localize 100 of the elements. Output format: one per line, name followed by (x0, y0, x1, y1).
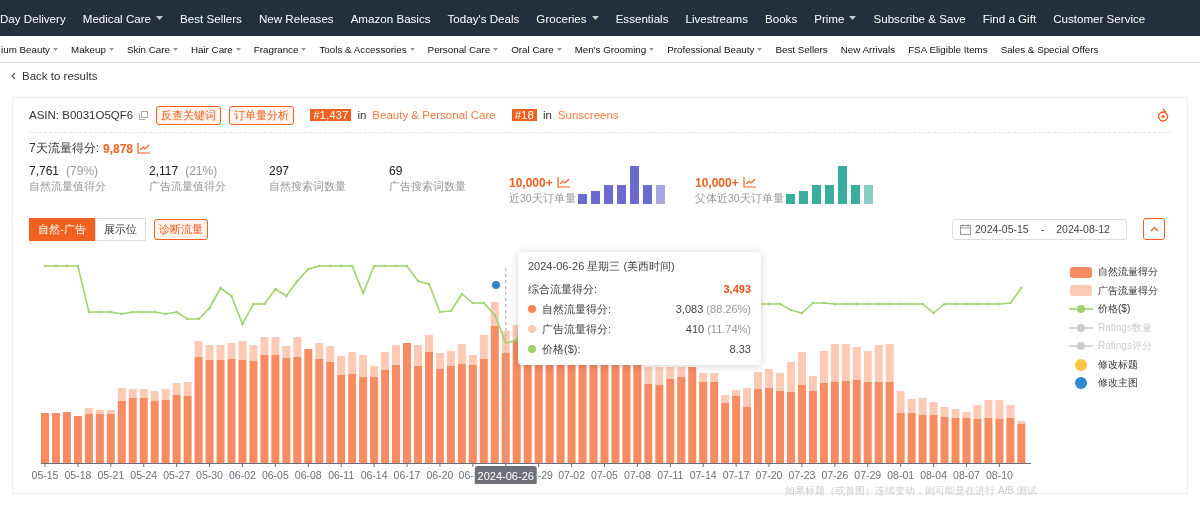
ad-score-bar (699, 373, 708, 382)
ad-score-bar (479, 335, 488, 359)
in-text: in (542, 109, 552, 121)
flame-icon[interactable] (1157, 108, 1169, 122)
date-range-field[interactable]: 2024-05-15 - 2024-08-12 (952, 218, 1127, 240)
nav-link[interactable]: Books (764, 11, 798, 25)
natural-score-bar (1006, 418, 1015, 463)
ad-score-bar (984, 400, 993, 418)
axis-label: 06- (458, 469, 474, 481)
ad-score-bar (841, 344, 850, 381)
category-link[interactable]: ium Beauty (1, 43, 58, 55)
ad-score-bar (117, 388, 126, 401)
axis-label: 07-02 (558, 469, 585, 481)
ad-score-bar (995, 400, 1004, 419)
natural-score-bar (139, 398, 148, 463)
ad-score-bar (194, 341, 203, 357)
nav-link[interactable]: Today's Deals (447, 11, 520, 25)
ad-score-bar (381, 352, 390, 370)
legend-item[interactable]: 价格($) (1069, 300, 1158, 319)
ad-score-bar (797, 352, 806, 385)
caret-down-icon (409, 47, 415, 51)
natural-score-bar (929, 415, 938, 463)
nav-link[interactable]: Day Delivery (0, 11, 66, 25)
category-link[interactable]: Hair Care (190, 43, 241, 55)
legend-item[interactable]: 自然流量得分 (1069, 263, 1158, 282)
nav-link[interactable]: Find a Gift (982, 11, 1037, 25)
category-link[interactable]: Men's Grooming (574, 43, 655, 55)
legend-item[interactable]: 修改主图 (1069, 374, 1158, 393)
natural-score-bar (1017, 424, 1026, 463)
category-link[interactable]: Fragrance (253, 43, 307, 55)
axis-label: 07-17 (722, 469, 750, 481)
nav-link[interactable]: Subscribe & Save (873, 11, 966, 25)
ad-score-bar (885, 344, 894, 382)
nav-link[interactable]: Customer Service (1053, 11, 1146, 25)
category-link[interactable]: New Arrivals (840, 43, 896, 55)
natural-score-bar (73, 416, 82, 463)
stat-label: 父体近30天订单量 (695, 192, 784, 206)
legend-item[interactable]: 修改标题 (1069, 355, 1158, 374)
nav-link[interactable]: Livestreams (685, 11, 748, 25)
category-link[interactable]: Makeup (71, 43, 114, 55)
ad-score-bar (918, 398, 927, 415)
nav-link[interactable]: New Releases (258, 11, 334, 25)
axis-label: 07-05 (591, 469, 618, 481)
axis-label: 07-20 (755, 469, 783, 481)
legend-line-icon (1069, 322, 1093, 333)
in-text: in (357, 109, 367, 121)
rank-badge: #18 (511, 109, 537, 121)
back-link[interactable]: Back to results (11, 70, 98, 82)
natural-score-bar (117, 401, 126, 463)
ad-score-bar (874, 345, 883, 382)
image-change-marker[interactable] (492, 281, 500, 289)
natural-score-bar (41, 413, 49, 463)
view-tab[interactable]: 展示位 (94, 217, 146, 241)
stat-value: 10,000+ (509, 175, 553, 190)
category-link[interactable]: Tools & Accessories (319, 43, 415, 55)
natural-score-bar (128, 398, 137, 463)
nav-link[interactable]: Medical Care (82, 11, 164, 25)
natural-score-bar (150, 401, 159, 463)
nav-link[interactable]: Best Sellers (180, 11, 242, 25)
nav-link[interactable]: Groceries (536, 11, 599, 25)
category-link[interactable]: Skin Care (126, 43, 178, 55)
collapse-button[interactable] (1143, 218, 1165, 240)
ad-score-bar (95, 410, 104, 414)
axis-label: 07-08 (623, 469, 651, 481)
category-link[interactable]: Best Sellers (775, 43, 828, 55)
natural-score-bar (973, 419, 982, 463)
ad-score-bar (106, 410, 115, 414)
trend-chart-icon[interactable] (556, 177, 570, 188)
caret-down-icon (556, 47, 562, 51)
natural-score-bar (962, 418, 971, 463)
axis-label: 07-26 (821, 469, 849, 481)
natural-score-bar (95, 414, 104, 463)
natural-score-bar (84, 414, 93, 463)
tooltip-share: (88.26%) (706, 303, 751, 315)
category-link[interactable]: Sales & Special Offers (1000, 43, 1099, 55)
axis-label: 06-17 (393, 469, 421, 481)
axis-label: 06-08 (294, 469, 322, 481)
natural-score-bar (721, 403, 730, 463)
copy-icon[interactable] (139, 110, 149, 120)
ad-score-bar (348, 352, 357, 374)
nav-link[interactable]: Essentials (615, 11, 669, 25)
ad-score-bar (161, 389, 170, 400)
tooltip-value: 410 (685, 323, 705, 335)
ad-score-bar (249, 345, 258, 361)
category-link[interactable]: Professional Beauty (667, 43, 763, 55)
trend-chart-icon[interactable] (137, 143, 151, 154)
nav-link[interactable]: Prime (814, 11, 857, 25)
stat-label: 近30天订单量 (509, 192, 576, 206)
caret-down-icon (849, 16, 857, 20)
trend-chart-icon[interactable] (742, 177, 756, 188)
category-link[interactable]: FSA Eligible Items (908, 43, 988, 55)
category-link[interactable]: Personal Care (427, 43, 499, 55)
category-link[interactable]: Oral Care (511, 43, 562, 55)
axis-label: 06-02 (229, 469, 256, 481)
stat-share: (21%) (185, 163, 218, 178)
axis-label: 07-14 (689, 469, 717, 481)
rank-badge: #1,437 (310, 109, 352, 121)
nav-link[interactable]: Amazon Basics (350, 11, 431, 25)
tooltip-value: 3,493 (723, 283, 751, 295)
legend-item[interactable]: 广告流量得分 (1069, 281, 1158, 300)
